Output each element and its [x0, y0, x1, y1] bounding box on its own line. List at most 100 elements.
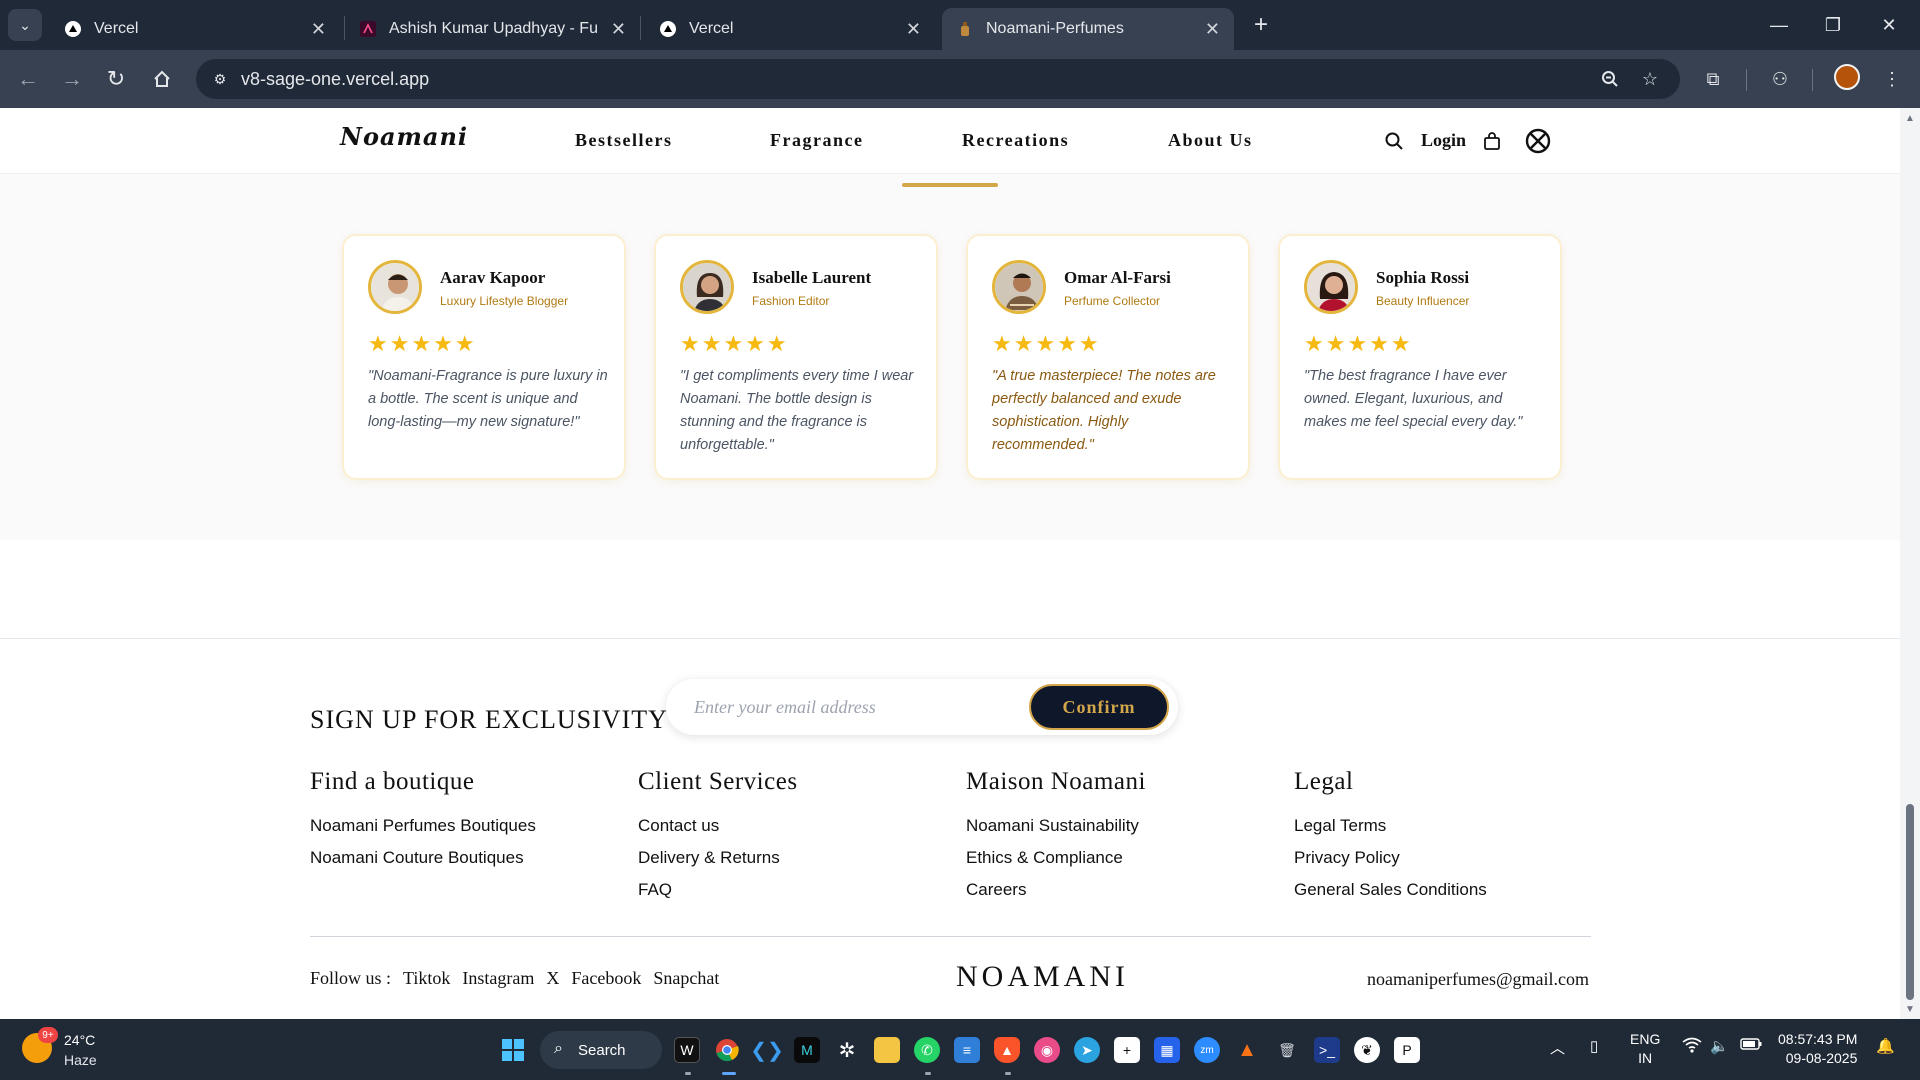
- footer-link[interactable]: Contact us: [638, 810, 798, 842]
- vlc-icon[interactable]: ▲: [1234, 1037, 1260, 1063]
- footer-column-boutique: Find a boutique Noamani Perfumes Boutiqu…: [310, 768, 536, 874]
- store-icon[interactable]: ▦: [1154, 1037, 1180, 1063]
- footer-link[interactable]: FAQ: [638, 874, 798, 906]
- nav-about-us[interactable]: About Us: [1168, 130, 1253, 151]
- footer-link[interactable]: Delivery & Returns: [638, 842, 798, 874]
- tab-portfolio[interactable]: Ashish Kumar Upadhyay - Full S ✕: [345, 8, 640, 50]
- powershell-icon[interactable]: >_: [1314, 1037, 1340, 1063]
- notification-bell-icon[interactable]: 🔔: [1876, 1037, 1895, 1055]
- close-tab-icon[interactable]: ✕: [1205, 19, 1220, 40]
- file-explorer-icon[interactable]: [874, 1037, 900, 1063]
- address-bar[interactable]: ⚙ v8-sage-one.vercel.app ☆: [196, 59, 1680, 99]
- scroll-down-arrow-icon[interactable]: ▼: [1904, 1003, 1916, 1015]
- social-link-instagram[interactable]: Instagram: [462, 968, 534, 989]
- tab-vercel-1[interactable]: Vercel ✕: [50, 8, 340, 50]
- star-rating-icon: ★★★★★: [1304, 331, 1413, 356]
- page-scrollbar[interactable]: ▲ ▼: [1900, 108, 1920, 1019]
- email-input[interactable]: [694, 693, 994, 721]
- mongodb-compass-icon[interactable]: ❦: [1354, 1037, 1380, 1063]
- telegram-icon[interactable]: ➤: [1074, 1037, 1100, 1063]
- close-tab-icon[interactable]: ✕: [611, 19, 626, 40]
- footer-link[interactable]: Ethics & Compliance: [966, 842, 1146, 874]
- nav-bestsellers[interactable]: Bestsellers: [575, 130, 672, 151]
- nav-recreations[interactable]: Recreations: [962, 130, 1069, 151]
- chrome-icon[interactable]: [714, 1037, 740, 1063]
- footer-link[interactable]: Careers: [966, 874, 1146, 906]
- taskbar-search-button[interactable]: ⌕ Search: [540, 1031, 662, 1069]
- footer-link[interactable]: Privacy Policy: [1294, 842, 1487, 874]
- site-info-icon[interactable]: ⚙: [206, 65, 234, 93]
- testimonial-card: Isabelle Laurent Fashion Editor ★★★★★ "I…: [656, 236, 936, 478]
- extensions-icon[interactable]: ⧉: [1697, 63, 1729, 95]
- footer-link[interactable]: Noamani Couture Boutiques: [310, 842, 536, 874]
- incognito-icon[interactable]: ⚇: [1764, 63, 1796, 95]
- tab-search-button[interactable]: ⌄: [8, 9, 42, 41]
- plus-app-icon[interactable]: +: [1114, 1037, 1140, 1063]
- reviewer-name: Isabelle Laurent: [752, 268, 872, 287]
- usb-device-icon[interactable]: ▯: [1590, 1037, 1598, 1055]
- footer-link[interactable]: Noamani Sustainability: [966, 810, 1146, 842]
- weather-temperature[interactable]: 24°C: [64, 1032, 95, 1048]
- url-text[interactable]: v8-sage-one.vercel.app: [241, 69, 429, 90]
- system-clock[interactable]: 08:57:43 PM 09-08-2025: [1778, 1030, 1857, 1068]
- zoom-icon[interactable]: [1596, 65, 1624, 93]
- tab-noamani-perfumes[interactable]: Noamani-Perfumes ✕: [942, 8, 1234, 50]
- bookmark-star-icon[interactable]: ☆: [1636, 65, 1664, 93]
- nav-fragrance[interactable]: Fragrance: [770, 130, 863, 151]
- terminal-app-icon[interactable]: M: [794, 1037, 820, 1063]
- reload-icon[interactable]: ↻: [100, 63, 132, 95]
- weather-description[interactable]: Haze: [64, 1052, 97, 1068]
- brave-icon[interactable]: ▲: [994, 1037, 1020, 1063]
- scrollbar-thumb[interactable]: [1906, 804, 1914, 1000]
- close-tab-icon[interactable]: ✕: [906, 19, 921, 40]
- back-arrow-icon[interactable]: ←: [12, 63, 44, 95]
- whatsapp-icon[interactable]: ✆: [914, 1037, 940, 1063]
- notes-app-icon[interactable]: ≡: [954, 1037, 980, 1063]
- social-link-snapchat[interactable]: Snapchat: [653, 968, 719, 989]
- site-logo[interactable]: Noamani: [340, 122, 468, 151]
- chatgpt-icon[interactable]: ✲: [834, 1037, 860, 1063]
- confirm-button[interactable]: Confirm: [1029, 684, 1169, 730]
- color-app-icon[interactable]: ◉: [1034, 1037, 1060, 1063]
- home-icon[interactable]: [146, 63, 178, 95]
- windows-start-icon[interactable]: [500, 1037, 526, 1063]
- close-window-button[interactable]: ✕: [1866, 10, 1912, 40]
- input-language[interactable]: ENG IN: [1630, 1030, 1660, 1068]
- whiteboard-app-icon[interactable]: W: [674, 1037, 700, 1063]
- close-circle-icon[interactable]: [1525, 128, 1551, 154]
- reviewer-role: Perfume Collector: [1064, 294, 1161, 308]
- vscode-icon[interactable]: ❮❯: [750, 1037, 784, 1063]
- signup-heading: SIGN UP FOR EXCLUSIVITY: [310, 705, 668, 734]
- minimize-window-button[interactable]: —: [1756, 10, 1802, 40]
- shopping-bag-icon[interactable]: [1479, 128, 1505, 154]
- login-link[interactable]: Login: [1421, 130, 1466, 151]
- zoom-app-icon[interactable]: zm: [1194, 1037, 1220, 1063]
- new-tab-button[interactable]: +: [1246, 10, 1276, 40]
- wifi-icon[interactable]: [1682, 1037, 1702, 1057]
- footer-link[interactable]: General Sales Conditions: [1294, 874, 1487, 906]
- tab-vercel-2[interactable]: Vercel ✕: [645, 8, 935, 50]
- restore-window-button[interactable]: ❐: [1810, 10, 1856, 40]
- menu-kebab-icon[interactable]: ⋮: [1876, 63, 1908, 95]
- footer-heading: Legal: [1294, 768, 1354, 795]
- reviewer-name: Omar Al-Farsi: [1064, 268, 1171, 287]
- volume-icon[interactable]: 🔈: [1710, 1037, 1729, 1055]
- footer-link[interactable]: Noamani Perfumes Boutiques: [310, 810, 536, 842]
- search-icon[interactable]: [1381, 128, 1407, 154]
- battery-icon[interactable]: [1740, 1037, 1762, 1055]
- recycle-bin-icon[interactable]: 🗑: [1274, 1037, 1300, 1063]
- forward-arrow-icon[interactable]: →: [56, 63, 88, 95]
- social-link-tiktok[interactable]: Tiktok: [403, 968, 450, 989]
- scroll-up-arrow-icon[interactable]: ▲: [1904, 112, 1916, 124]
- avatar: [368, 260, 422, 314]
- social-link-x[interactable]: X: [546, 968, 559, 989]
- footer-link[interactable]: Legal Terms: [1294, 810, 1487, 842]
- postman-app-icon[interactable]: P: [1394, 1037, 1420, 1063]
- show-hidden-icons-chevron-icon[interactable]: ︿: [1550, 1037, 1565, 1058]
- profile-avatar[interactable]: [1834, 64, 1860, 90]
- newsletter-form: Confirm: [666, 679, 1178, 735]
- tab-title: Vercel: [94, 20, 139, 37]
- social-link-facebook[interactable]: Facebook: [571, 968, 641, 989]
- contact-email-link[interactable]: noamaniperfumes@gmail.com: [1367, 969, 1589, 990]
- close-tab-icon[interactable]: ✕: [311, 19, 326, 40]
